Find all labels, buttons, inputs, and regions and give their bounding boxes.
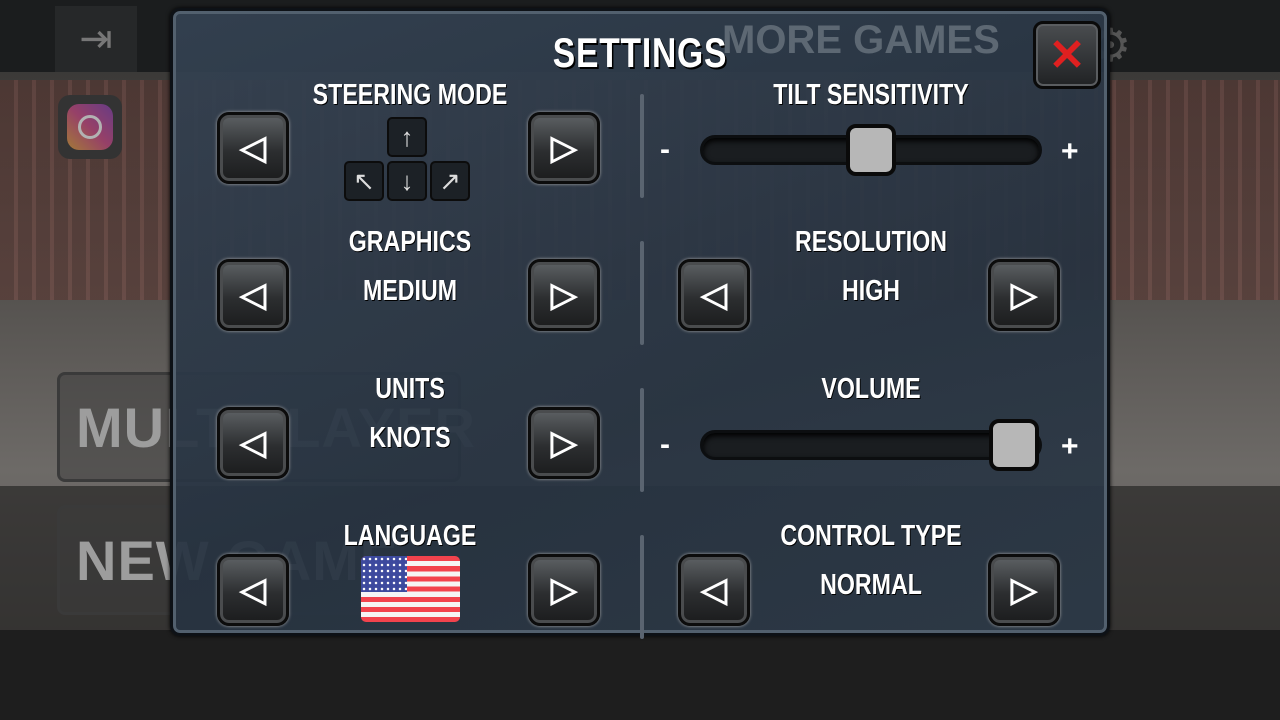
divider [640, 388, 644, 492]
bottom-bar [0, 630, 1280, 720]
close-icon: ✕ [1048, 30, 1086, 80]
resolution-next-button[interactable]: ▷ [988, 259, 1060, 331]
units-label: UNITS [375, 373, 445, 405]
graphics-label: GRAPHICS [348, 226, 472, 258]
arrow-right-icon: ▷ [550, 276, 578, 314]
graphics-next-button[interactable]: ▷ [528, 259, 600, 331]
tilt-plus: + [1061, 135, 1079, 168]
us-flag-icon [361, 556, 460, 622]
volume-slider-thumb[interactable] [989, 419, 1039, 471]
graphics-value: MEDIUM [362, 275, 458, 307]
arrow-left-icon: ◁ [239, 276, 267, 314]
divider [640, 535, 644, 639]
arrow-down-icon: ↓ [387, 161, 427, 201]
resolution-label: RESOLUTION [794, 226, 948, 258]
arrow-left-icon: ◁ [700, 571, 728, 609]
tilt-slider[interactable] [700, 124, 1042, 176]
more-games-button[interactable]: MORE GAMES [722, 18, 1000, 63]
language-label: LANGUAGE [343, 520, 477, 552]
volume-label: VOLUME [821, 373, 921, 405]
arrow-left-icon: ◁ [239, 129, 267, 167]
steering-next-button[interactable]: ▷ [528, 112, 600, 184]
arrow-right-icon: ▷ [1010, 571, 1038, 609]
tilt-sensitivity-label: TILT SENSITIVITY [773, 79, 969, 111]
arrow-left-icon: ◁ [700, 276, 728, 314]
divider [640, 94, 644, 198]
volume-minus: - [660, 428, 670, 461]
arrow-up-icon: ↑ [387, 117, 427, 157]
language-next-button[interactable]: ▷ [528, 554, 600, 626]
control-type-next-button[interactable]: ▷ [988, 554, 1060, 626]
graphics-prev-button[interactable]: ◁ [217, 259, 289, 331]
arrow-up-right-icon: ↗ [430, 161, 470, 201]
arrow-right-icon: ▷ [1010, 276, 1038, 314]
tilt-slider-thumb[interactable] [846, 124, 896, 176]
arrow-right-icon: ▷ [550, 129, 578, 167]
divider [640, 241, 644, 345]
arrow-left-icon: ◁ [239, 571, 267, 609]
control-type-value: NORMAL [820, 569, 922, 601]
units-next-button[interactable]: ▷ [528, 407, 600, 479]
resolution-value: HIGH [842, 275, 900, 307]
volume-plus: + [1061, 430, 1079, 463]
arrow-up-left-icon: ↖ [344, 161, 384, 201]
resolution-prev-button[interactable]: ◁ [678, 259, 750, 331]
arrow-right-icon: ▷ [550, 424, 578, 462]
close-button[interactable]: ✕ [1033, 21, 1101, 89]
control-type-prev-button[interactable]: ◁ [678, 554, 750, 626]
settings-panel: SETTINGS ✕ STEERING MODE ◁ ▷ ↑ ↖ ↓ ↗ TIL… [170, 8, 1110, 639]
instagram-icon[interactable] [58, 95, 122, 159]
steering-prev-button[interactable]: ◁ [217, 112, 289, 184]
units-value: KNOTS [369, 422, 451, 454]
arrow-right-icon: ▷ [550, 571, 578, 609]
units-prev-button[interactable]: ◁ [217, 407, 289, 479]
control-type-label: CONTROL TYPE [780, 520, 962, 552]
language-prev-button[interactable]: ◁ [217, 554, 289, 626]
tilt-minus: - [660, 133, 670, 166]
arrow-left-icon: ◁ [239, 424, 267, 462]
steering-mode-label: STEERING MODE [312, 79, 508, 111]
exit-icon[interactable]: ⇥ [55, 6, 137, 72]
volume-slider[interactable] [700, 419, 1042, 471]
